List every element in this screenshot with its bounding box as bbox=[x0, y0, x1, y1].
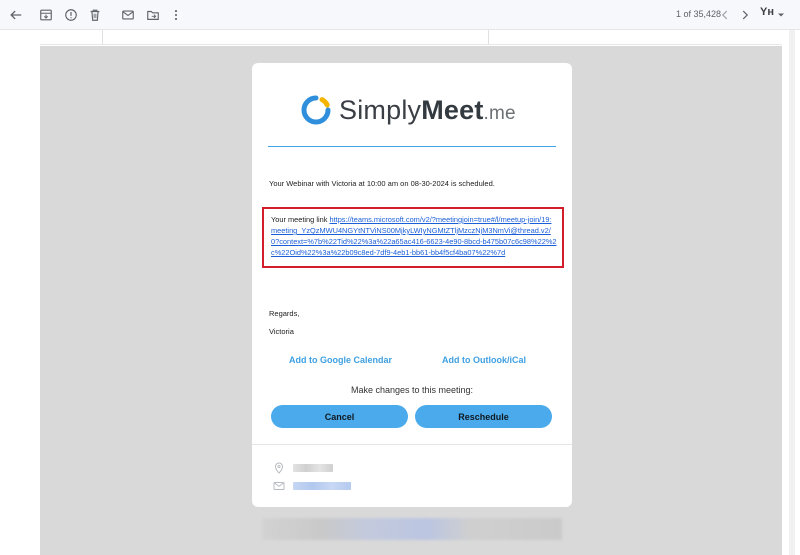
scheduled-message: Your Webinar with Victoria at 10:00 am o… bbox=[269, 179, 495, 188]
header-divider bbox=[488, 30, 489, 45]
move-to-icon[interactable] bbox=[145, 7, 161, 23]
meeting-link-highlight: Your meeting link https://teams.microsof… bbox=[262, 207, 564, 268]
signer-name: Victoria bbox=[269, 327, 294, 336]
archive-icon[interactable] bbox=[38, 7, 54, 23]
pager-count: 1 of 35,428 bbox=[676, 9, 722, 19]
message-header-row bbox=[40, 30, 782, 45]
email-card: SimplyMeet.me Your Webinar with Victoria… bbox=[252, 63, 572, 507]
report-spam-icon[interactable] bbox=[63, 7, 79, 23]
add-to-outlook-link[interactable]: Add to Outlook/iCal bbox=[442, 355, 526, 365]
header-divider bbox=[102, 30, 103, 45]
regards-text: Regards, bbox=[269, 309, 300, 318]
delete-icon[interactable] bbox=[87, 7, 103, 23]
back-arrow-icon[interactable] bbox=[8, 7, 24, 23]
logo-ring-icon bbox=[301, 95, 331, 125]
meeting-link-paragraph: Your meeting link https://teams.microsof… bbox=[271, 214, 557, 258]
redacted-email-link[interactable] bbox=[293, 482, 351, 490]
reschedule-button[interactable]: Reschedule bbox=[415, 405, 552, 428]
location-pin-icon bbox=[273, 461, 285, 474]
mark-unread-icon[interactable] bbox=[120, 7, 136, 23]
redacted-footer-text bbox=[262, 518, 562, 540]
logo-divider bbox=[268, 146, 556, 147]
make-changes-heading: Make changes to this meeting: bbox=[350, 385, 474, 395]
add-to-google-calendar-link[interactable]: Add to Google Calendar bbox=[289, 355, 392, 365]
meeting-link-label: Your meeting link bbox=[271, 215, 330, 224]
redacted-address bbox=[293, 464, 333, 472]
footer-divider bbox=[252, 444, 572, 445]
input-tools-button[interactable]: Yн bbox=[760, 6, 774, 18]
mail-icon bbox=[273, 479, 285, 491]
toolbar: 1 of 35,428 Yн bbox=[0, 0, 800, 30]
older-chevron-icon[interactable] bbox=[737, 7, 753, 23]
simplymeet-logo: SimplyMeet.me bbox=[300, 90, 516, 130]
scrollbar[interactable] bbox=[789, 30, 795, 555]
input-tools-dropdown-icon[interactable] bbox=[776, 7, 786, 23]
newer-chevron-icon[interactable] bbox=[717, 7, 733, 23]
cancel-button[interactable]: Cancel bbox=[271, 405, 408, 428]
logo-wordmark: SimplyMeet.me bbox=[339, 94, 516, 125]
more-vert-icon[interactable] bbox=[168, 7, 184, 23]
